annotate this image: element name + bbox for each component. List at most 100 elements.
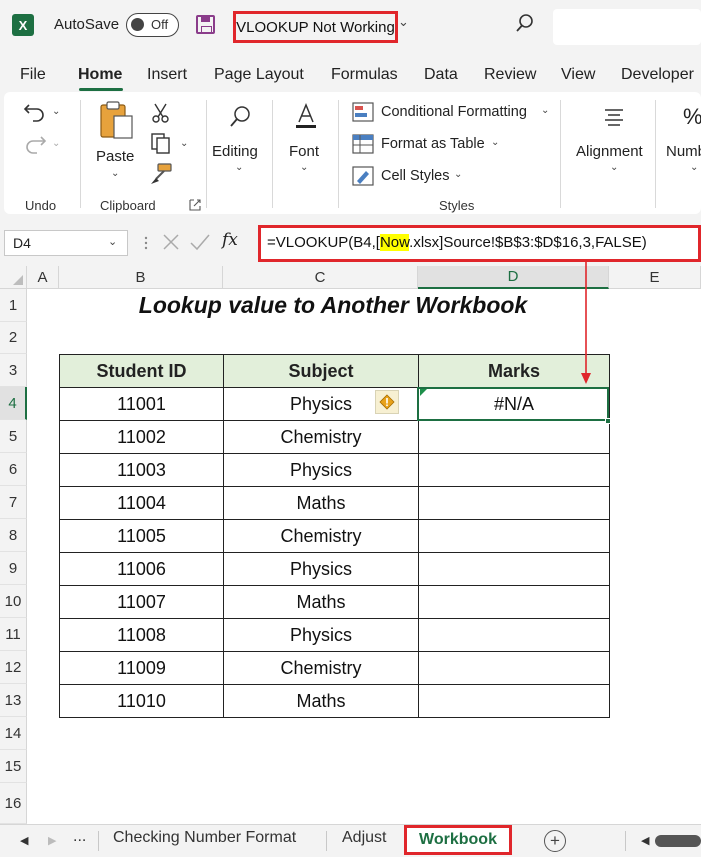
row-header-2[interactable]: 2 <box>0 322 27 354</box>
paste-label[interactable]: Paste <box>96 148 134 165</box>
font-label[interactable]: Font <box>289 143 319 160</box>
cell-styles-label[interactable]: Cell Styles <box>381 168 450 184</box>
redo-dropdown-icon[interactable]: ⌄ <box>52 138 60 149</box>
cell-styles-icon[interactable] <box>352 166 374 186</box>
copy-dropdown-icon[interactable]: ⌄ <box>180 138 188 149</box>
header-subject[interactable]: Subject <box>223 354 419 388</box>
paste-icon[interactable] <box>98 100 136 142</box>
cell-marks[interactable] <box>418 618 610 652</box>
search-box[interactable] <box>553 9 701 45</box>
number-dropdown-icon[interactable]: ⌄ <box>690 162 698 173</box>
tab-home[interactable]: Home <box>78 66 122 84</box>
tab-formulas[interactable]: Formulas <box>331 66 398 84</box>
tab-developer[interactable]: Developer <box>621 66 694 84</box>
cell-marks[interactable] <box>418 453 610 487</box>
row-header-6[interactable]: 6 <box>0 453 27 486</box>
sheet-tab-adjust[interactable]: Adjust <box>342 829 386 847</box>
row-header-15[interactable]: 15 <box>0 750 27 783</box>
scroll-tabs-right-icon[interactable]: ▶ <box>48 834 56 847</box>
more-sheets-ellipsis[interactable]: ... <box>73 828 86 846</box>
font-dropdown-icon[interactable]: ⌄ <box>300 162 308 173</box>
cell-student-id[interactable]: 11001 <box>59 387 224 421</box>
cell-marks[interactable] <box>418 552 610 586</box>
undo-dropdown-icon[interactable]: ⌄ <box>52 106 60 117</box>
add-sheet-button[interactable]: + <box>544 830 566 852</box>
column-header-a[interactable]: A <box>27 266 59 289</box>
alignment-dropdown-icon[interactable]: ⌄ <box>610 162 618 173</box>
cell-student-id[interactable]: 11003 <box>59 453 224 487</box>
scroll-tabs-left-icon[interactable]: ◀ <box>20 834 28 847</box>
row-header-12[interactable]: 12 <box>0 651 27 684</box>
chevron-down-icon[interactable]: ⌄ <box>398 14 409 30</box>
cell-student-id[interactable]: 11007 <box>59 585 224 619</box>
tab-review[interactable]: Review <box>484 66 536 84</box>
cell-subject[interactable]: Maths <box>223 585 419 619</box>
paste-dropdown-icon[interactable]: ⌄ <box>111 168 119 179</box>
redo-icon[interactable] <box>22 132 48 154</box>
column-header-e[interactable]: E <box>609 266 701 289</box>
font-icon[interactable] <box>294 102 318 130</box>
conditional-formatting-label[interactable]: Conditional Formatting <box>381 104 527 120</box>
cell-subject[interactable]: Physics <box>223 552 419 586</box>
format-painter-icon[interactable] <box>148 162 174 186</box>
dialog-launcher-icon[interactable] <box>189 199 201 211</box>
row-header-4[interactable]: 4 <box>0 387 27 420</box>
cell-student-id[interactable]: 11005 <box>59 519 224 553</box>
fill-handle[interactable] <box>605 418 611 424</box>
cell-marks[interactable] <box>418 651 610 685</box>
insert-function-icon[interactable]: fx <box>222 230 238 250</box>
row-header-5[interactable]: 5 <box>0 420 27 453</box>
cut-icon[interactable] <box>150 102 172 124</box>
cell-subject[interactable]: Chemistry <box>223 519 419 553</box>
document-title[interactable]: VLOOKUP Not Working <box>233 11 398 43</box>
cell-subject[interactable]: Chemistry <box>223 651 419 685</box>
tab-page-layout[interactable]: Page Layout <box>214 66 304 84</box>
undo-icon[interactable] <box>22 100 48 122</box>
enter-check-icon[interactable] <box>189 231 211 253</box>
cell-student-id[interactable]: 11006 <box>59 552 224 586</box>
alignment-label[interactable]: Alignment <box>576 143 643 160</box>
cell-styles-dropdown-icon[interactable]: ⌄ <box>454 169 462 180</box>
editing-dropdown-icon[interactable]: ⌄ <box>235 162 243 173</box>
cell-marks[interactable] <box>418 420 610 454</box>
cell-subject[interactable]: Physics <box>223 618 419 652</box>
row-header-13[interactable]: 13 <box>0 684 27 717</box>
cell-marks[interactable] <box>418 684 610 718</box>
percent-icon[interactable]: % <box>683 104 701 130</box>
tab-insert[interactable]: Insert <box>147 66 187 84</box>
column-header-b[interactable]: B <box>59 266 223 289</box>
tab-data[interactable]: Data <box>424 66 458 84</box>
conditional-formatting-icon[interactable] <box>352 102 374 122</box>
header-marks[interactable]: Marks <box>418 354 610 388</box>
select-all-button[interactable] <box>0 266 27 289</box>
sheet-tab-checking-number-format[interactable]: Checking Number Format <box>113 829 296 847</box>
copy-icon[interactable] <box>150 132 172 154</box>
cell-marks[interactable] <box>418 519 610 553</box>
horizontal-scrollbar-thumb[interactable] <box>655 835 701 847</box>
row-header-7[interactable]: 7 <box>0 486 27 519</box>
column-header-c[interactable]: C <box>223 266 418 289</box>
cell-marks[interactable] <box>418 486 610 520</box>
find-search-icon[interactable] <box>228 104 254 130</box>
header-student-id[interactable]: Student ID <box>59 354 224 388</box>
format-as-table-icon[interactable] <box>352 134 374 154</box>
cell-student-id[interactable]: 11010 <box>59 684 224 718</box>
format-as-table-dropdown-icon[interactable]: ⌄ <box>491 137 499 148</box>
horizontal-scroll-left-icon[interactable]: ◀ <box>641 834 649 847</box>
tab-view[interactable]: View <box>561 66 595 84</box>
cell-subject[interactable]: Chemistry <box>223 420 419 454</box>
cell-student-id[interactable]: 11002 <box>59 420 224 454</box>
name-box-dropdown-icon[interactable]: ⌄ <box>108 235 117 248</box>
cell-student-id[interactable]: 11004 <box>59 486 224 520</box>
alignment-icon[interactable] <box>603 106 625 128</box>
cell-student-id[interactable]: 11009 <box>59 651 224 685</box>
cell-subject[interactable]: Physics <box>223 453 419 487</box>
save-icon[interactable] <box>196 15 215 34</box>
cell-subject[interactable]: Maths <box>223 486 419 520</box>
format-as-table-label[interactable]: Format as Table <box>381 136 485 152</box>
row-header-14[interactable]: 14 <box>0 717 27 750</box>
row-header-1[interactable]: 1 <box>0 289 27 322</box>
conditional-formatting-dropdown-icon[interactable]: ⌄ <box>541 105 549 116</box>
cell-subject[interactable]: Maths <box>223 684 419 718</box>
cell-marks[interactable] <box>418 585 610 619</box>
